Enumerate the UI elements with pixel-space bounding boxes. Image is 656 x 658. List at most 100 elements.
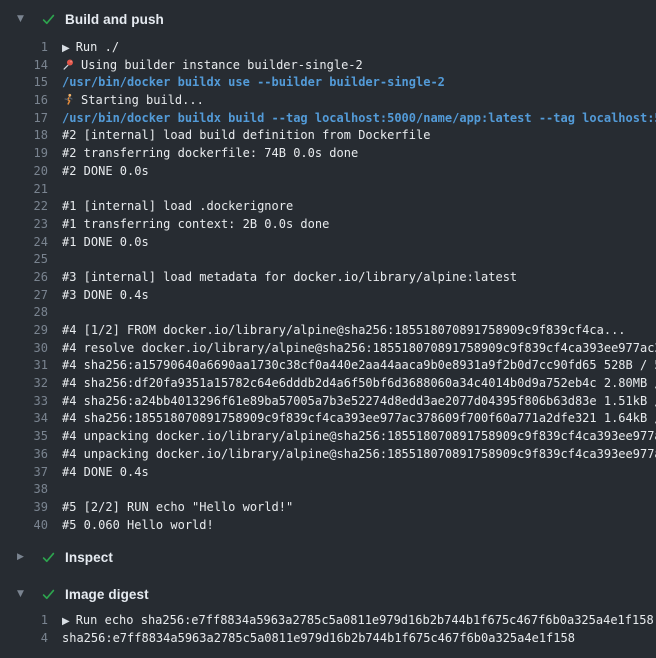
log-line: 14 Using builder instance builder-single-… bbox=[0, 57, 656, 75]
log-line: 4 sha256:e7ff8834a5963a2785c5a0811e979d16… bbox=[0, 630, 656, 648]
line-number[interactable]: 40 bbox=[0, 517, 48, 535]
log-line: 29#4 [1/2] FROM docker.io/library/alpine… bbox=[0, 322, 656, 340]
line-number[interactable]: 24 bbox=[0, 234, 48, 252]
line-number[interactable]: 15 bbox=[0, 74, 48, 92]
log-text: #4 unpacking docker.io/library/alpine@sh… bbox=[62, 428, 656, 446]
log-line: 39 #5 [2/2] RUN echo "Hello world!" bbox=[0, 499, 656, 517]
line-number[interactable]: 18 bbox=[0, 127, 48, 145]
log-line: 24 #1 DONE 0.0s bbox=[0, 234, 656, 252]
log-text: #2 DONE 0.0s bbox=[62, 163, 149, 181]
log-text: #4 unpacking docker.io/library/alpine@sh… bbox=[62, 446, 656, 464]
line-number[interactable]: 25 bbox=[0, 251, 48, 269]
group-expand-icon[interactable]: ▶ bbox=[62, 43, 70, 54]
log-command-text: /usr/bin/docker buildx build --tag local… bbox=[62, 110, 656, 128]
log-text: Starting build... bbox=[62, 92, 204, 110]
line-number[interactable]: 21 bbox=[0, 181, 48, 199]
log-text: ▶Run ./ bbox=[62, 39, 119, 57]
log-text: #4 sha256:a24bb4013296f61e89ba57005a7b3e… bbox=[62, 393, 656, 411]
section-header-image-digest[interactable]: ▼ Image digest bbox=[0, 584, 656, 604]
log-lines-image-digest: 1 ▶Run echo sha256:e7ff8834a5963a2785c5a0… bbox=[0, 612, 656, 647]
log-line: 20 #2 DONE 0.0s bbox=[0, 163, 656, 181]
log-lines-build-and-push: 1 ▶Run ./ 14 Using builder instance builder… bbox=[0, 39, 656, 534]
workflow-log-view: ▼ Build and push 1▶Run ./14Using builder… bbox=[0, 0, 656, 648]
log-line: 38 bbox=[0, 481, 656, 499]
log-line: 1 ▶Run echo sha256:e7ff8834a5963a2785c5a0… bbox=[0, 612, 656, 630]
log-text: Using builder instance builder-single-2 bbox=[62, 57, 363, 75]
log-text: #5 0.060 Hello world! bbox=[62, 517, 214, 535]
line-number[interactable]: 4 bbox=[0, 630, 48, 648]
log-line: 34 #4 sha256:185518070891758909c9f839cf4c… bbox=[0, 410, 656, 428]
log-line: 15/usr/bin/docker buildx use --builder b… bbox=[0, 74, 656, 92]
line-number[interactable]: 28 bbox=[0, 304, 48, 322]
log-line: 19 #2 transferring dockerfile: 74B 0.0s d… bbox=[0, 145, 656, 163]
line-number[interactable]: 38 bbox=[0, 481, 48, 499]
line-number[interactable]: 27 bbox=[0, 287, 48, 305]
line-number[interactable]: 36 bbox=[0, 446, 48, 464]
log-line: 28 bbox=[0, 304, 656, 322]
log-text: #5 [2/2] RUN echo "Hello world!" bbox=[62, 499, 293, 517]
expand-triangle-icon[interactable]: ▶ bbox=[17, 547, 41, 567]
log-line: 31#4 sha256:a15790640a6690aa1730c38cf0a4… bbox=[0, 357, 656, 375]
line-number[interactable]: 29 bbox=[0, 322, 48, 340]
line-number[interactable]: 20 bbox=[0, 163, 48, 181]
section-title: Build and push bbox=[65, 12, 164, 27]
line-number[interactable]: 23 bbox=[0, 216, 48, 234]
line-number[interactable]: 30 bbox=[0, 340, 48, 358]
log-text: sha256:e7ff8834a5963a2785c5a0811e979d16b… bbox=[62, 630, 575, 648]
log-text: #1 [internal] load .dockerignore bbox=[62, 198, 293, 216]
log-text: #3 DONE 0.4s bbox=[62, 287, 149, 305]
line-number[interactable]: 17 bbox=[0, 110, 48, 128]
line-number[interactable]: 35 bbox=[0, 428, 48, 446]
success-check-icon bbox=[41, 12, 65, 27]
log-text: #3 [internal] load metadata for docker.i… bbox=[62, 269, 517, 287]
log-text: #1 DONE 0.0s bbox=[62, 234, 149, 252]
line-number[interactable]: 37 bbox=[0, 464, 48, 482]
log-text: #1 transferring context: 2B 0.0s done bbox=[62, 216, 329, 234]
line-number[interactable]: 31 bbox=[0, 357, 48, 375]
line-number[interactable]: 39 bbox=[0, 499, 48, 517]
log-line: 18 #2 [internal] load build definition fr… bbox=[0, 127, 656, 145]
collapse-triangle-icon[interactable]: ▼ bbox=[17, 9, 41, 29]
log-line: 33 #4 sha256:a24bb4013296f61e89ba57005a7b… bbox=[0, 393, 656, 411]
success-check-icon bbox=[41, 587, 65, 602]
line-number[interactable]: 14 bbox=[0, 57, 48, 75]
log-command-text: /usr/bin/docker buildx use --builder bui… bbox=[62, 74, 445, 92]
log-line: 37 #4 DONE 0.4s bbox=[0, 464, 656, 482]
line-number[interactable]: 1 bbox=[0, 39, 48, 57]
line-number[interactable]: 33 bbox=[0, 393, 48, 411]
log-text: #2 [internal] load build definition from… bbox=[62, 127, 430, 145]
log-text: #4 resolve docker.io/library/alpine@sha2… bbox=[62, 340, 656, 358]
log-line: 22 #1 [internal] load .dockerignore bbox=[0, 198, 656, 216]
section-header-inspect[interactable]: ▶ Inspect bbox=[0, 547, 656, 567]
line-number[interactable]: 26 bbox=[0, 269, 48, 287]
section-title: Image digest bbox=[65, 587, 149, 602]
line-number[interactable]: 1 bbox=[0, 612, 48, 630]
log-line: 16 Starting build... bbox=[0, 92, 656, 110]
log-line: 23 #1 transferring context: 2B 0.0s done bbox=[0, 216, 656, 234]
group-expand-icon[interactable]: ▶ bbox=[62, 616, 70, 627]
section-header-build-and-push[interactable]: ▼ Build and push bbox=[0, 9, 656, 29]
log-text: #4 sha256:185518070891758909c9f839cf4ca3… bbox=[62, 410, 656, 428]
log-line: 40 #5 0.060 Hello world! bbox=[0, 517, 656, 535]
line-number[interactable]: 32 bbox=[0, 375, 48, 393]
log-text: ▶Run echo sha256:e7ff8834a5963a2785c5a08… bbox=[62, 612, 654, 630]
log-line: 32 #4 sha256:df20fa9351a15782c64e6dddb2d4… bbox=[0, 375, 656, 393]
line-number[interactable]: 19 bbox=[0, 145, 48, 163]
log-line: 26 #3 [internal] load metadata for docker… bbox=[0, 269, 656, 287]
log-line: 21 bbox=[0, 181, 656, 199]
collapse-triangle-icon[interactable]: ▼ bbox=[17, 584, 41, 604]
line-number[interactable]: 34 bbox=[0, 410, 48, 428]
log-text: #2 transferring dockerfile: 74B 0.0s don… bbox=[62, 145, 358, 163]
log-line: 1 ▶Run ./ bbox=[0, 39, 656, 57]
log-text: #4 sha256:df20fa9351a15782c64e6dddb2d4a6… bbox=[62, 375, 656, 393]
line-number[interactable]: 16 bbox=[0, 92, 48, 110]
log-line: 27 #3 DONE 0.4s bbox=[0, 287, 656, 305]
log-line: 30 #4 resolve docker.io/library/alpine@sh… bbox=[0, 340, 656, 358]
log-text: #4 DONE 0.4s bbox=[62, 464, 149, 482]
log-line: 35 #4 unpacking docker.io/library/alpine@… bbox=[0, 428, 656, 446]
line-number[interactable]: 22 bbox=[0, 198, 48, 216]
section-title: Inspect bbox=[65, 550, 113, 565]
log-line: 17/usr/bin/docker buildx build --tag loc… bbox=[0, 110, 656, 128]
success-check-icon bbox=[41, 550, 65, 565]
log-line: 25 bbox=[0, 251, 656, 269]
